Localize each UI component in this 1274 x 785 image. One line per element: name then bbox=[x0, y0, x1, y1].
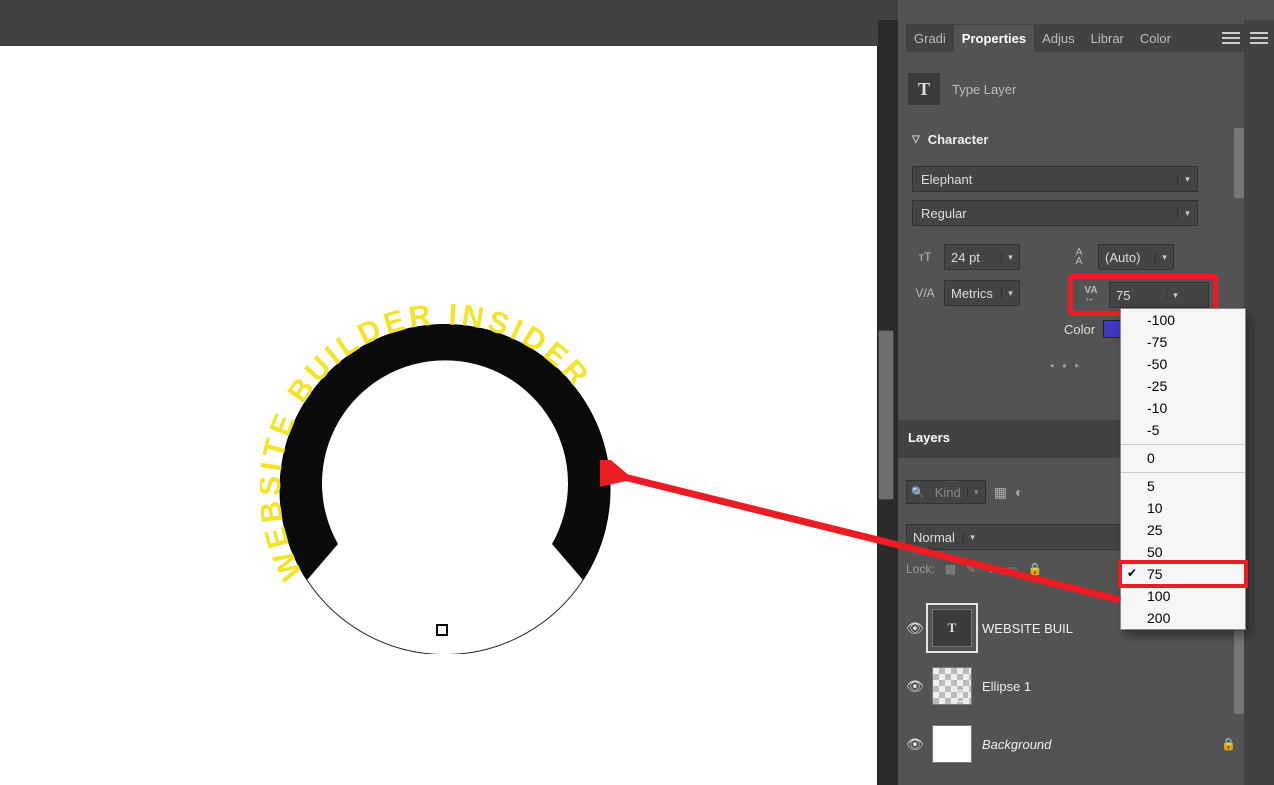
tracking-dropdown[interactable]: -100 -75 -50 -25 -10 -5 0 5 10 25 50 75 … bbox=[1120, 308, 1246, 630]
canvas-top-gutter bbox=[0, 20, 878, 46]
lock-move-icon[interactable]: ✥ bbox=[986, 562, 996, 576]
dropdown-caret-icon: ▾ bbox=[1177, 174, 1197, 185]
lock-all-icon[interactable]: 🔒 bbox=[1028, 562, 1043, 576]
tracking-option[interactable]: -75 bbox=[1121, 331, 1245, 353]
tracking-option[interactable]: -10 bbox=[1121, 397, 1245, 419]
layer-kind-select[interactable]: 🔍 Kind ▾ bbox=[906, 480, 986, 504]
leading-value: (Auto) bbox=[1099, 250, 1155, 265]
tracking-value: 75 bbox=[1110, 288, 1166, 303]
selection-header: T Type Layer bbox=[908, 64, 1238, 114]
font-family-select[interactable]: Elephant ▾ bbox=[912, 166, 1198, 192]
dropdown-caret-icon: ▾ bbox=[1177, 208, 1197, 219]
lock-icon[interactable]: 🔒 bbox=[1221, 737, 1236, 751]
character-section-header[interactable]: ▽ Character bbox=[912, 132, 1232, 147]
tracking-option[interactable]: -25 bbox=[1121, 375, 1245, 397]
panel-tab-row: Gradi Properties Adjus Librar Color bbox=[906, 24, 1246, 52]
tracking-option[interactable]: 50 bbox=[1121, 541, 1245, 563]
dropdown-caret-icon: ▾ bbox=[1166, 290, 1184, 301]
more-options-icon[interactable]: • • • bbox=[1050, 358, 1081, 373]
tracking-option[interactable]: 25 bbox=[1121, 519, 1245, 541]
curved-text-object[interactable]: WEBSITE BUILDER INSIDER bbox=[260, 284, 630, 654]
tab-properties[interactable]: Properties bbox=[954, 25, 1034, 52]
character-section-label: Character bbox=[928, 132, 989, 147]
dropdown-caret-icon: ▾ bbox=[963, 532, 981, 543]
properties-scrollbar-thumb[interactable] bbox=[1234, 128, 1244, 198]
font-family-value: Elephant bbox=[913, 172, 1177, 187]
layer-thumbnail[interactable]: T bbox=[932, 609, 972, 647]
visibility-toggle-icon[interactable]: 👁 bbox=[906, 620, 922, 637]
layer-name[interactable]: Ellipse 1 bbox=[982, 679, 1236, 694]
size-leading-row: тT 24 pt ▾ AA (Auto) ▾ bbox=[912, 244, 1212, 270]
tracking-option[interactable]: 5 bbox=[1121, 475, 1245, 497]
leading-select[interactable]: (Auto) ▾ bbox=[1098, 244, 1174, 270]
type-layer-icon: T bbox=[908, 73, 940, 105]
tracking-option-selected[interactable]: 75 bbox=[1121, 563, 1245, 585]
layer-thumbnail[interactable] bbox=[932, 725, 972, 763]
color-label: Color bbox=[1064, 322, 1095, 337]
tracking-option[interactable]: -5 bbox=[1121, 419, 1245, 445]
dropdown-caret-icon: ▾ bbox=[1155, 252, 1173, 263]
layers-section-label[interactable]: Layers bbox=[908, 430, 950, 445]
dropdown-caret-icon: ▾ bbox=[1001, 288, 1019, 299]
leading-icon: AA bbox=[1066, 248, 1092, 266]
canvas-scrollbar-thumb[interactable] bbox=[878, 330, 894, 500]
dropdown-caret-icon: ▾ bbox=[967, 487, 985, 498]
canvas-area: WEBSITE BUILDER INSIDER bbox=[0, 20, 898, 785]
layer-row-background[interactable]: 👁 Background 🔒 bbox=[906, 720, 1236, 768]
panel-dock-gutter bbox=[1244, 20, 1274, 785]
layer-name[interactable]: Background bbox=[982, 737, 1211, 752]
lock-position-icon[interactable]: ✎ bbox=[966, 562, 976, 576]
layer-row-shape[interactable]: 👁 Ellipse 1 bbox=[906, 662, 1236, 710]
tracking-option[interactable]: 200 bbox=[1121, 607, 1245, 629]
visibility-toggle-icon[interactable]: 👁 bbox=[906, 678, 922, 695]
document-canvas[interactable]: WEBSITE BUILDER INSIDER bbox=[0, 46, 878, 785]
dropdown-caret-icon: ▾ bbox=[1001, 252, 1019, 263]
tracking-option[interactable]: 0 bbox=[1121, 447, 1245, 473]
tab-adjustments[interactable]: Adjus bbox=[1034, 25, 1083, 52]
font-size-icon: тT bbox=[912, 250, 938, 264]
tracking-select[interactable]: 75 ▾ bbox=[1109, 282, 1209, 308]
font-size-select[interactable]: 24 pt ▾ bbox=[944, 244, 1020, 270]
layer-kind-value: Kind bbox=[929, 485, 967, 500]
tab-gradient[interactable]: Gradi bbox=[906, 25, 954, 52]
tracking-option[interactable]: 100 bbox=[1121, 585, 1245, 607]
tracking-option[interactable]: -50 bbox=[1121, 353, 1245, 375]
selection-kind-label: Type Layer bbox=[952, 82, 1016, 97]
filter-pixel-icon[interactable]: ▦ bbox=[994, 484, 1007, 501]
tracking-option[interactable]: -100 bbox=[1121, 309, 1245, 331]
layer-thumbnail[interactable] bbox=[932, 667, 972, 705]
font-size-value: 24 pt bbox=[945, 250, 1001, 265]
font-weight-value: Regular bbox=[913, 206, 1177, 221]
path-anchor-handle[interactable] bbox=[436, 624, 448, 636]
chevron-down-icon: ▽ bbox=[912, 134, 920, 145]
lock-artboard-icon[interactable]: ▭ bbox=[1006, 562, 1017, 576]
kerning-select[interactable]: Metrics ▾ bbox=[944, 280, 1020, 306]
tracking-option[interactable]: 10 bbox=[1121, 497, 1245, 519]
font-weight-select[interactable]: Regular ▾ bbox=[912, 200, 1198, 226]
panel-menu-icon[interactable] bbox=[1222, 32, 1240, 44]
filter-adjust-icon[interactable]: ◐ bbox=[1015, 484, 1023, 500]
lock-pixels-icon[interactable]: ▩ bbox=[945, 562, 956, 576]
tracking-icon: VA↔ bbox=[1077, 284, 1105, 306]
shape-badge-icon bbox=[957, 690, 969, 702]
blend-mode-value: Normal bbox=[907, 530, 963, 545]
kerning-icon: V/A bbox=[912, 286, 938, 300]
kerning-value: Metrics bbox=[945, 286, 1001, 301]
tab-color[interactable]: Color bbox=[1132, 25, 1179, 52]
search-icon: 🔍 bbox=[907, 486, 929, 499]
lock-label: Lock: bbox=[906, 562, 935, 576]
panel-dock-menu-icon[interactable] bbox=[1250, 32, 1268, 44]
tab-libraries[interactable]: Librar bbox=[1083, 25, 1132, 52]
visibility-toggle-icon[interactable]: 👁 bbox=[906, 736, 922, 753]
